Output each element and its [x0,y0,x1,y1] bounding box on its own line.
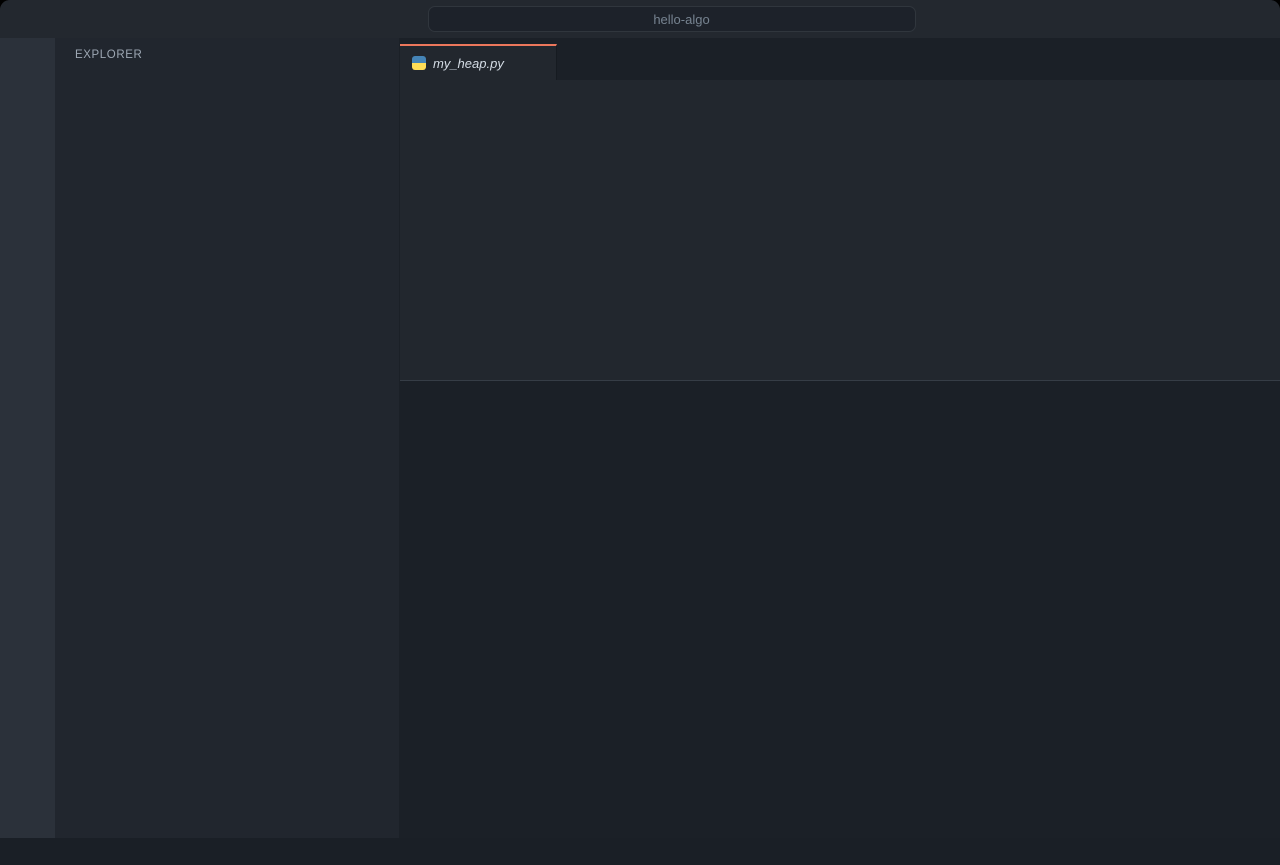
search-icon [634,13,647,26]
explorer-more-actions-icon[interactable] [367,47,383,63]
minimap[interactable] [1195,95,1270,335]
sidebar-title: EXPLORER [75,49,142,61]
vscode-window: hello-algo EXPLORER my_heap.py [0,0,1280,865]
activity-bar [0,38,55,838]
close-window-button[interactable] [16,13,28,25]
traffic-lights [16,13,68,25]
command-center-search[interactable]: hello-algo [428,6,916,32]
bottom-panel [400,380,1280,838]
status-bar [0,838,1280,865]
sidebar-header: EXPLORER [55,38,399,72]
python-file-icon [412,56,426,70]
maximize-window-button[interactable] [56,13,68,25]
explorer-sidebar: EXPLORER [55,38,400,838]
code-editor[interactable] [400,108,1280,380]
terminal[interactable] [400,419,1280,444]
panel-tab-bar [400,381,1280,419]
tab-strip: my_heap.py [400,38,1280,80]
close-tab-icon[interactable] [531,56,546,71]
editor-group: my_heap.py [400,38,1280,838]
search-text: hello-algo [653,12,709,27]
tab-my-heap[interactable]: my_heap.py [400,44,557,80]
tab-label: my_heap.py [433,56,524,71]
minimize-window-button[interactable] [36,13,48,25]
title-bar: hello-algo [0,0,1280,38]
breadcrumb [400,80,1280,108]
workbench: EXPLORER my_heap.py [0,38,1280,838]
